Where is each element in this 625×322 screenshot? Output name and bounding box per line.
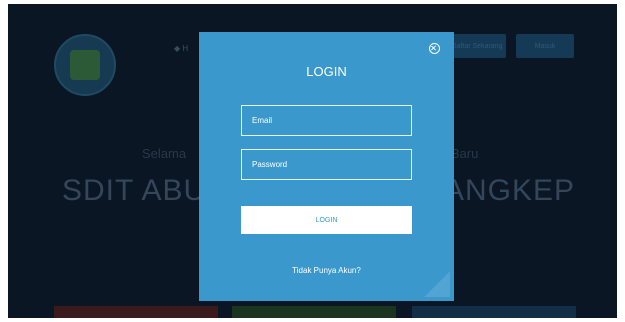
login-modal: LOGIN LOGIN Tidak Punya Akun? bbox=[199, 32, 454, 301]
register-button-bg: Daftar Sekarang bbox=[448, 34, 506, 58]
welcome-text-left: Selama bbox=[142, 146, 187, 161]
register-link[interactable]: Tidak Punya Akun? bbox=[199, 266, 454, 275]
resize-handle bbox=[424, 271, 450, 297]
nav-home-link: ◆ H bbox=[174, 44, 189, 53]
feature-card-2 bbox=[232, 306, 396, 318]
email-field[interactable] bbox=[241, 105, 412, 136]
login-button[interactable]: LOGIN bbox=[241, 206, 412, 234]
modal-title: LOGIN bbox=[306, 64, 347, 79]
login-button-bg: Masuk bbox=[516, 34, 574, 58]
hero-title-right: ANGKEP bbox=[444, 174, 576, 207]
password-field[interactable] bbox=[241, 149, 412, 180]
close-circle-icon[interactable] bbox=[429, 43, 440, 54]
logo-emblem bbox=[70, 50, 100, 80]
screen: ◆ H Daftar Sekarang Masuk Selama a Baru … bbox=[8, 4, 617, 318]
school-logo bbox=[54, 34, 116, 96]
feature-card-1 bbox=[54, 306, 218, 318]
feature-card-3 bbox=[412, 306, 576, 318]
hero-title-left: SDIT ABU bbox=[62, 174, 207, 207]
